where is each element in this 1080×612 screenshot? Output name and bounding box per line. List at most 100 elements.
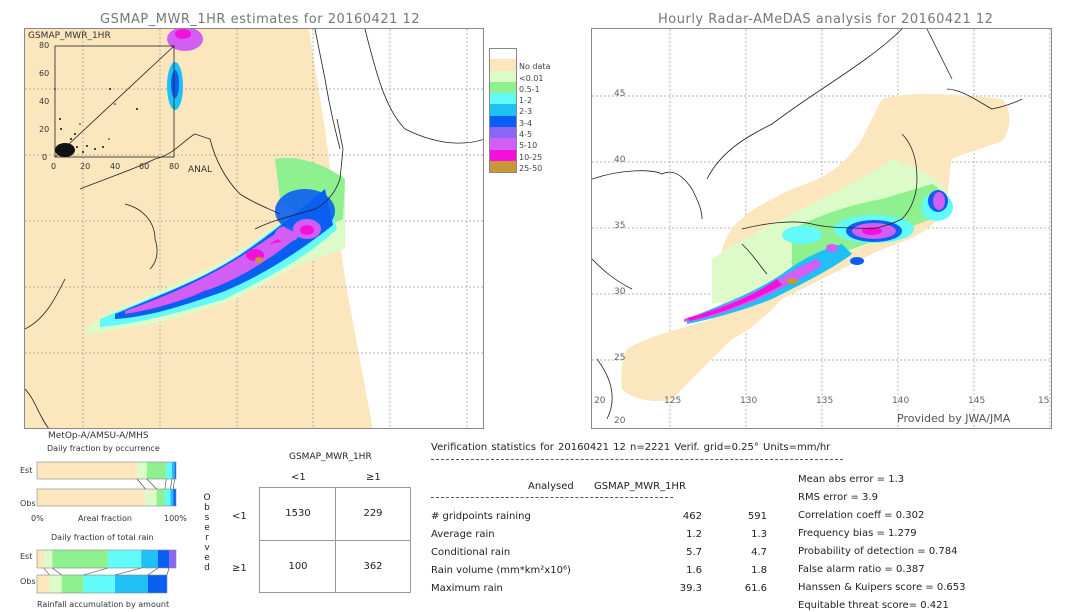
bar-segment-2-3	[170, 489, 174, 506]
score-item: RMS error = 3.9	[798, 492, 878, 503]
side-label-char: e	[204, 523, 210, 533]
connector-line	[114, 567, 142, 576]
lon-tick-135: 135	[816, 396, 834, 406]
bar-segment--0-01	[137, 462, 147, 479]
row-header-ge1: ≥1	[232, 563, 247, 574]
legend-item: No data	[489, 59, 579, 71]
col-header-lt1: <1	[291, 472, 306, 483]
cell-hit: 362	[363, 561, 383, 572]
bar-segment-4-5	[169, 550, 176, 568]
bar-segment-0-5-1	[52, 550, 108, 568]
stat-estimate: 1.3	[751, 529, 767, 540]
lat-tick-20: 20	[614, 416, 626, 426]
legend-label: 25-50	[519, 163, 543, 173]
stat-estimate: 4.7	[751, 547, 767, 558]
side-label-char: d	[204, 563, 210, 573]
score-item: Mean abs error = 1.3	[798, 474, 905, 485]
bar-segment-2-3	[141, 550, 158, 568]
bar-segment-no-data	[37, 575, 50, 593]
score-item: Probability of detection = 0.784	[798, 546, 958, 557]
stat-analysed: 462	[682, 511, 702, 522]
side-label-char: O	[203, 493, 211, 503]
connector-line	[52, 567, 62, 576]
legend-item: 4-5	[489, 127, 579, 139]
side-label-char: b	[204, 503, 210, 513]
legend-item: 0.5-1	[489, 81, 579, 94]
lon-tick-125: 125	[664, 396, 682, 406]
legend-item: <0.01	[489, 70, 579, 83]
bar-segment-3-4	[157, 550, 170, 568]
contingency-title: GSMAP_MWR_1HR	[289, 452, 372, 462]
fraction-bars	[36, 461, 177, 594]
bar-segment-1-2	[164, 489, 171, 506]
legend-swatch	[489, 138, 517, 150]
bar-segment--0-01	[43, 550, 53, 568]
score-item: Equitable threat score= 0.421	[798, 600, 949, 611]
stat-analysed: 5.7	[686, 547, 702, 558]
connector-line	[136, 478, 146, 490]
stat-label: # gridpoints raining	[431, 511, 531, 522]
bar-segment-2-3	[115, 575, 148, 593]
legend-swatch	[489, 70, 517, 82]
bar-segment-no-data	[37, 462, 138, 479]
legend-item: 2-3	[489, 104, 579, 116]
lon-tick-130: 130	[740, 396, 758, 406]
stat-label: Average rain	[431, 529, 495, 540]
col-estimate: GSMAP_MWR_1HR	[594, 481, 686, 492]
legend-item: 1-2	[489, 93, 579, 105]
score-item: False alarm ratio = 0.387	[798, 564, 925, 575]
lat-tick-45: 45	[614, 89, 626, 99]
legend-item	[489, 48, 579, 61]
contingency-table: 1530 229 100 362	[259, 487, 411, 593]
stat-analysed: 1.2	[686, 529, 702, 540]
connector-line	[146, 478, 157, 490]
legend-swatch	[489, 149, 517, 161]
cell-miss: 100	[288, 561, 308, 572]
row-header-lt1: <1	[232, 511, 247, 522]
stat-label: Maximum rain	[431, 583, 503, 594]
verification-header: Verification statistics for 20160421 12 …	[431, 442, 831, 453]
legend-swatch	[489, 81, 517, 94]
lon-tick-140: 140	[892, 396, 910, 406]
lat-tick-25: 25	[614, 353, 626, 363]
col-divider	[431, 497, 673, 498]
side-label-char: r	[205, 533, 209, 543]
stat-label: Rain volume (mm*km²x10⁶)	[431, 565, 571, 576]
bar-segment--0-01	[49, 575, 62, 593]
stat-estimate: 591	[747, 511, 767, 522]
right-map-svg	[592, 29, 1051, 428]
bar-segment-1-2	[107, 550, 142, 568]
lat-tick-30: 30	[614, 287, 626, 297]
connector-line	[172, 478, 175, 490]
bar-segment--0-01	[145, 489, 157, 506]
bar-segment-0-5-1	[61, 575, 84, 593]
connector-line	[43, 567, 50, 576]
legend-swatch	[489, 59, 517, 71]
lon-tick-120: 20	[594, 396, 606, 406]
legend-item: 10-25	[489, 149, 579, 162]
score-item: Frequency bias = 1.279	[798, 528, 917, 539]
legend-swatch	[489, 93, 517, 105]
stat-analysed: 39.3	[679, 583, 702, 594]
credit-label: Provided by JWA/JMA	[897, 412, 1011, 425]
legend-item: 3-4	[489, 115, 579, 128]
right-map-title: Hourly Radar-AMeDAS analysis for 2016042…	[658, 12, 994, 27]
col-header-ge1: ≥1	[366, 472, 381, 483]
side-label-char: s	[204, 513, 210, 523]
stat-analysed: 1.6	[686, 565, 702, 576]
header-divider	[431, 459, 843, 460]
lat-tick-40: 40	[614, 155, 626, 165]
bar-segment-2-3	[171, 462, 175, 479]
side-label-char: v	[204, 543, 210, 553]
stat-label: Conditional rain	[431, 547, 511, 558]
bar-segment-3-4	[147, 575, 167, 593]
bar-segment-3-4	[173, 489, 176, 506]
observed-side-label: Observed	[203, 493, 211, 573]
lon-tick-145: 145	[968, 396, 986, 406]
bar-segment-0-5-1	[146, 462, 167, 479]
bar-segment-0-5-1	[156, 489, 165, 506]
color-legend: No data <0.01 0.5-1 1-2 2-3 3-4 4-5 5-10 10-25 25…	[489, 48, 579, 174]
stat-estimate: 1.8	[751, 565, 767, 576]
bar-segment-1-2	[166, 462, 172, 479]
bar-segment-no-data	[37, 489, 146, 506]
